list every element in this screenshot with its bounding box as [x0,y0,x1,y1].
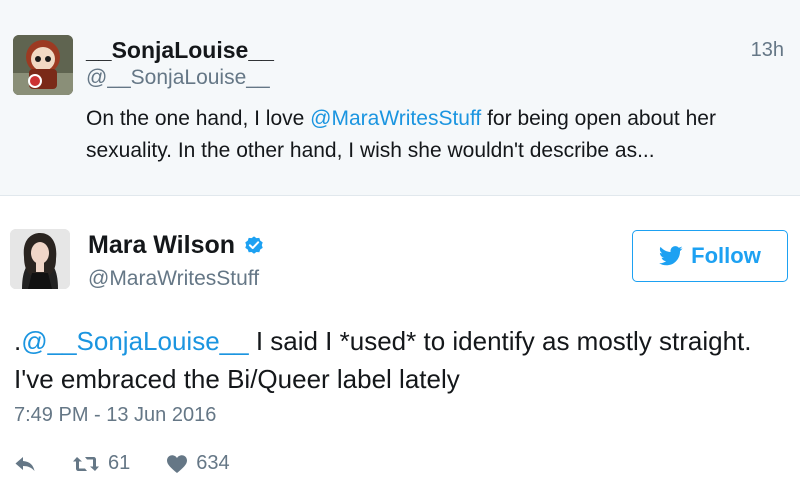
retweet-icon [73,456,99,471]
follow-button-label: Follow [691,243,761,268]
parent-text-before: On the one hand, I love [86,107,311,130]
parent-tweet-text: On the one hand, I love @MaraWritesStuff… [86,103,786,167]
parent-display-name[interactable]: __SonjaLouise__ [86,37,274,64]
mention-link[interactable]: @__SonjaLouise__ [21,326,248,356]
tweet-timestamp[interactable]: 7:49 PM - 13 Jun 2016 [14,404,216,427]
parent-handle[interactable]: @__SonjaLouise__ [86,66,270,90]
avatar-image [10,229,70,289]
handle[interactable]: @MaraWritesStuff [88,267,259,291]
parent-mention-link[interactable]: @MaraWritesStuff [310,107,481,130]
heart-icon [167,454,188,473]
tweet-text: .@__SonjaLouise__ I said I *used* to ide… [14,322,794,398]
parent-time[interactable]: 13h [751,39,784,62]
avatar-image [13,35,73,95]
author-name-row: Mara Wilson [88,231,265,260]
display-name[interactable]: Mara Wilson [88,231,235,260]
reply-arrow-icon [15,456,35,471]
like-button[interactable]: 634 [166,452,230,475]
follow-button[interactable]: Follow [632,230,788,282]
tweet-actions: 61 634 [14,452,230,475]
retweet-button[interactable]: 61 [72,452,130,475]
avatar[interactable] [10,229,70,289]
retweet-count: 61 [108,452,131,474]
avatar[interactable] [13,35,73,95]
reply-button[interactable] [14,456,36,472]
verified-badge-icon [245,235,263,254]
like-count: 634 [196,452,230,474]
twitter-bird-icon [659,246,683,266]
parent-tweet[interactable]: __SonjaLouise__ @__SonjaLouise__ 13h On … [0,0,800,196]
